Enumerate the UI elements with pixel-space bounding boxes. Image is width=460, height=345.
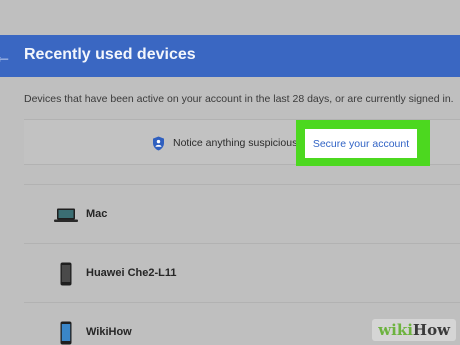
phone-icon xyxy=(60,321,72,345)
secure-account-link[interactable]: Secure your account xyxy=(305,129,417,158)
back-arrow-icon[interactable]: ← xyxy=(0,47,12,65)
wikihow-watermark: wiki How xyxy=(372,319,456,341)
phone-icon xyxy=(60,262,72,286)
page-title: Recently used devices xyxy=(24,46,196,63)
watermark-wiki: wiki xyxy=(378,321,413,339)
device-name: Huawei Che2-L11 xyxy=(86,267,177,279)
laptop-icon xyxy=(54,208,78,222)
notice-text: Notice anything suspicious? xyxy=(173,137,304,149)
top-app-bar: ← Recently used devices xyxy=(0,35,460,77)
device-name: WikiHow xyxy=(86,326,132,338)
device-row-huawei[interactable]: Huawei Che2-L11 xyxy=(24,244,460,303)
device-name: Mac xyxy=(86,208,108,220)
device-row-mac[interactable]: Mac xyxy=(24,185,460,244)
page-description: Devices that have been active on your ac… xyxy=(24,93,454,105)
watermark-how: How xyxy=(412,321,450,339)
shield-icon xyxy=(153,136,164,151)
